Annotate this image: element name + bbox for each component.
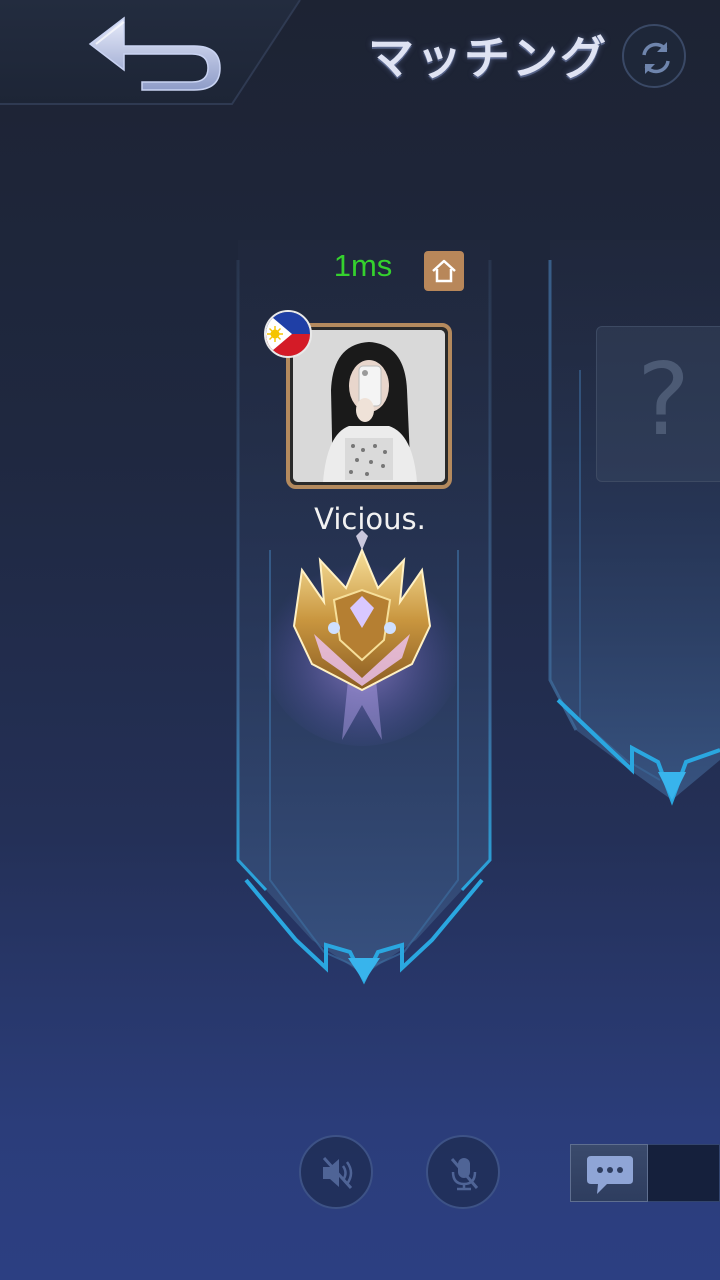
speaker-mute-button[interactable]: [299, 1135, 373, 1209]
player-avatar[interactable]: [286, 323, 452, 489]
home-icon: [424, 251, 464, 291]
mic-muted-icon: [450, 1158, 479, 1191]
back-button[interactable]: [84, 12, 228, 92]
mic-mute-button[interactable]: [426, 1135, 500, 1209]
back-arrow-icon: [88, 16, 221, 91]
chat-button[interactable]: [570, 1144, 648, 1202]
empty-player-slot: ?: [596, 326, 720, 482]
page-title: マッチング: [368, 31, 608, 85]
refresh-button[interactable]: [622, 24, 686, 88]
matching-screen: マッチング 1ms Vicious. ?: [0, 0, 720, 1280]
speaker-muted-icon: [322, 1156, 353, 1190]
refresh-icon: [642, 42, 670, 74]
chat-bubble-icon: [587, 1156, 633, 1194]
unknown-player-mark: ?: [637, 341, 691, 458]
philippines-flag-icon: [264, 310, 312, 358]
rank-emblem-icon: [262, 530, 462, 746]
avatar-photo: [293, 330, 445, 482]
ping-text: 1ms: [333, 248, 393, 283]
